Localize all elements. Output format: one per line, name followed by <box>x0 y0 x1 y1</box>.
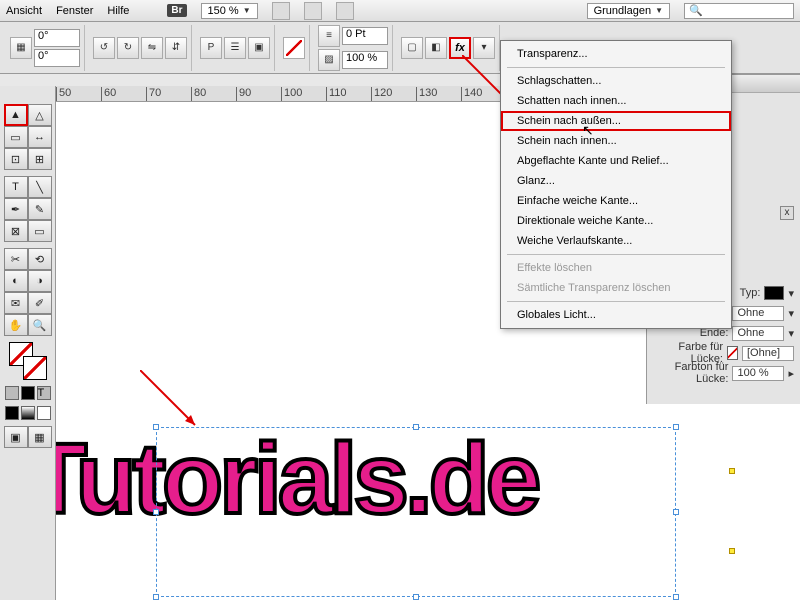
workspace-combo[interactable]: Grundlagen▼ <box>587 3 670 19</box>
menuitem-schein-nach-aussen[interactable]: Schein nach außen... <box>501 111 731 131</box>
menu-fenster[interactable]: Fenster <box>56 5 93 17</box>
luecke-ton-input[interactable]: 100 % <box>732 366 784 381</box>
fx-context-menu: Transparenz... Schlagschatten... Schatte… <box>500 40 732 329</box>
scissors-tool[interactable]: ✂ <box>4 248 28 270</box>
type-tool[interactable]: T <box>4 176 28 198</box>
rotate-cw-icon[interactable]: ↻ <box>117 37 139 59</box>
menuitem-glanz[interactable]: Glanz... <box>501 171 731 191</box>
arrange-icon[interactable] <box>336 2 354 20</box>
line-tool[interactable]: ╲ <box>28 176 52 198</box>
pencil-tool[interactable]: ✎ <box>28 198 52 220</box>
rotate-angle-input[interactable]: 0° <box>34 29 80 47</box>
eyedropper-tool[interactable]: ✐ <box>28 292 52 314</box>
rotate-ccw-icon[interactable]: ↺ <box>93 37 115 59</box>
menuitem-schein-nach-innen[interactable]: Schein nach innen... <box>501 131 731 151</box>
opacity-icon: ▨ <box>318 49 340 71</box>
align-icon[interactable]: ☰ <box>224 37 246 59</box>
apply-mode-row[interactable] <box>5 406 51 420</box>
fx-menu-arrow[interactable]: ▾ <box>473 37 495 59</box>
flip-v-icon[interactable]: ⇵ <box>165 37 187 59</box>
bridge-badge[interactable]: Br <box>167 4 186 17</box>
luecke-swatch[interactable] <box>727 346 738 360</box>
ende-combo[interactable]: Ohne <box>732 326 784 341</box>
selection-tool[interactable]: ▲ <box>4 104 28 126</box>
menuitem-transparenz[interactable]: Transparenz... <box>501 44 731 64</box>
place-tool[interactable]: ⊞ <box>28 148 52 170</box>
gradient-swatch-tool[interactable]: ◐ <box>4 270 28 292</box>
pen-tool[interactable]: ✒ <box>4 198 28 220</box>
menuitem-schlagschatten[interactable]: Schlagschatten... <box>501 71 731 91</box>
view-preview[interactable]: ▦ <box>28 426 52 448</box>
selection-bounding-box[interactable] <box>156 427 676 597</box>
paragraph-icon[interactable]: P <box>200 37 222 59</box>
gradient-feather-tool[interactable]: ◑ <box>28 270 52 292</box>
quickapply-icon[interactable]: ◧ <box>425 37 447 59</box>
gap-tool[interactable]: ↔ <box>28 126 52 148</box>
luecke-ton-label: Farbton für Lücke: <box>653 361 728 385</box>
search-input[interactable]: 🔍 <box>684 3 794 19</box>
fill-stroke-swatch[interactable] <box>9 342 47 380</box>
refpoint-icon[interactable]: ▦ <box>10 37 32 59</box>
menu-hilfe[interactable]: Hilfe <box>107 5 129 17</box>
menuitem-direktionale-weiche-kante[interactable]: Direktionale weiche Kante... <box>501 211 731 231</box>
view-options-icon[interactable] <box>272 2 290 20</box>
zoom-combo[interactable]: 150 %▼ <box>201 3 258 19</box>
note-tool[interactable]: ✉ <box>4 292 28 314</box>
shear-angle-input[interactable]: 0° <box>34 49 80 67</box>
screen-mode-icon[interactable] <box>304 2 322 20</box>
content-tool[interactable]: ⊡ <box>4 148 28 170</box>
hand-tool[interactable]: ✋ <box>4 314 28 336</box>
drop-shadow-icon[interactable]: ▢ <box>401 37 423 59</box>
menuitem-globales-licht[interactable]: Globales Licht... <box>501 305 731 325</box>
page-tool[interactable]: ▭ <box>4 126 28 148</box>
luecke-combo[interactable]: [Ohne] <box>742 346 794 361</box>
menubar: Ansicht Fenster Hilfe Br 150 %▼ Grundlag… <box>0 0 800 22</box>
menuitem-effekte-loeschen: Effekte löschen <box>501 258 731 278</box>
menuitem-abgeflachte-kante[interactable]: Abgeflachte Kante und Relief... <box>501 151 731 171</box>
menu-ansicht[interactable]: Ansicht <box>6 5 42 17</box>
direct-selection-tool[interactable]: △ <box>28 104 52 126</box>
menuitem-einfache-weiche-kante[interactable]: Einfache weiche Kante... <box>501 191 731 211</box>
menuitem-transparenz-loeschen: Sämtliche Transparenz löschen <box>501 278 731 298</box>
rect-frame-tool[interactable]: ⊠ <box>4 220 28 242</box>
fx-button[interactable]: fx <box>449 37 471 59</box>
view-normal[interactable]: ▣ <box>4 426 28 448</box>
typ-swatch[interactable] <box>764 286 784 300</box>
fill-none-icon[interactable] <box>283 37 305 59</box>
menuitem-weiche-verlaufskante[interactable]: Weiche Verlaufskante... <box>501 231 731 251</box>
opacity-input[interactable]: 100 % <box>342 51 388 69</box>
stroke-weight-icon: ≡ <box>318 25 340 47</box>
transform-tool[interactable]: ⟲ <box>28 248 52 270</box>
anfang-combo[interactable]: Ohne <box>732 306 784 321</box>
zoom-tool[interactable]: 🔍 <box>28 314 52 336</box>
color-mode-row[interactable]: T <box>5 386 51 400</box>
panel-close-icon[interactable]: x <box>780 206 794 220</box>
textwrap-icon[interactable]: ▣ <box>248 37 270 59</box>
rect-tool[interactable]: ▭ <box>28 220 52 242</box>
toolbox: ▲△ ▭↔ ⊡⊞ T╲ ✒✎ ⊠▭ ✂⟲ ◐◑ ✉✐ ✋🔍 T ▣▦ <box>0 86 56 600</box>
menuitem-schatten-nach-innen[interactable]: Schatten nach innen... <box>501 91 731 111</box>
stroke-weight-input[interactable]: 0 Pt <box>342 27 388 45</box>
flip-h-icon[interactable]: ⇋ <box>141 37 163 59</box>
